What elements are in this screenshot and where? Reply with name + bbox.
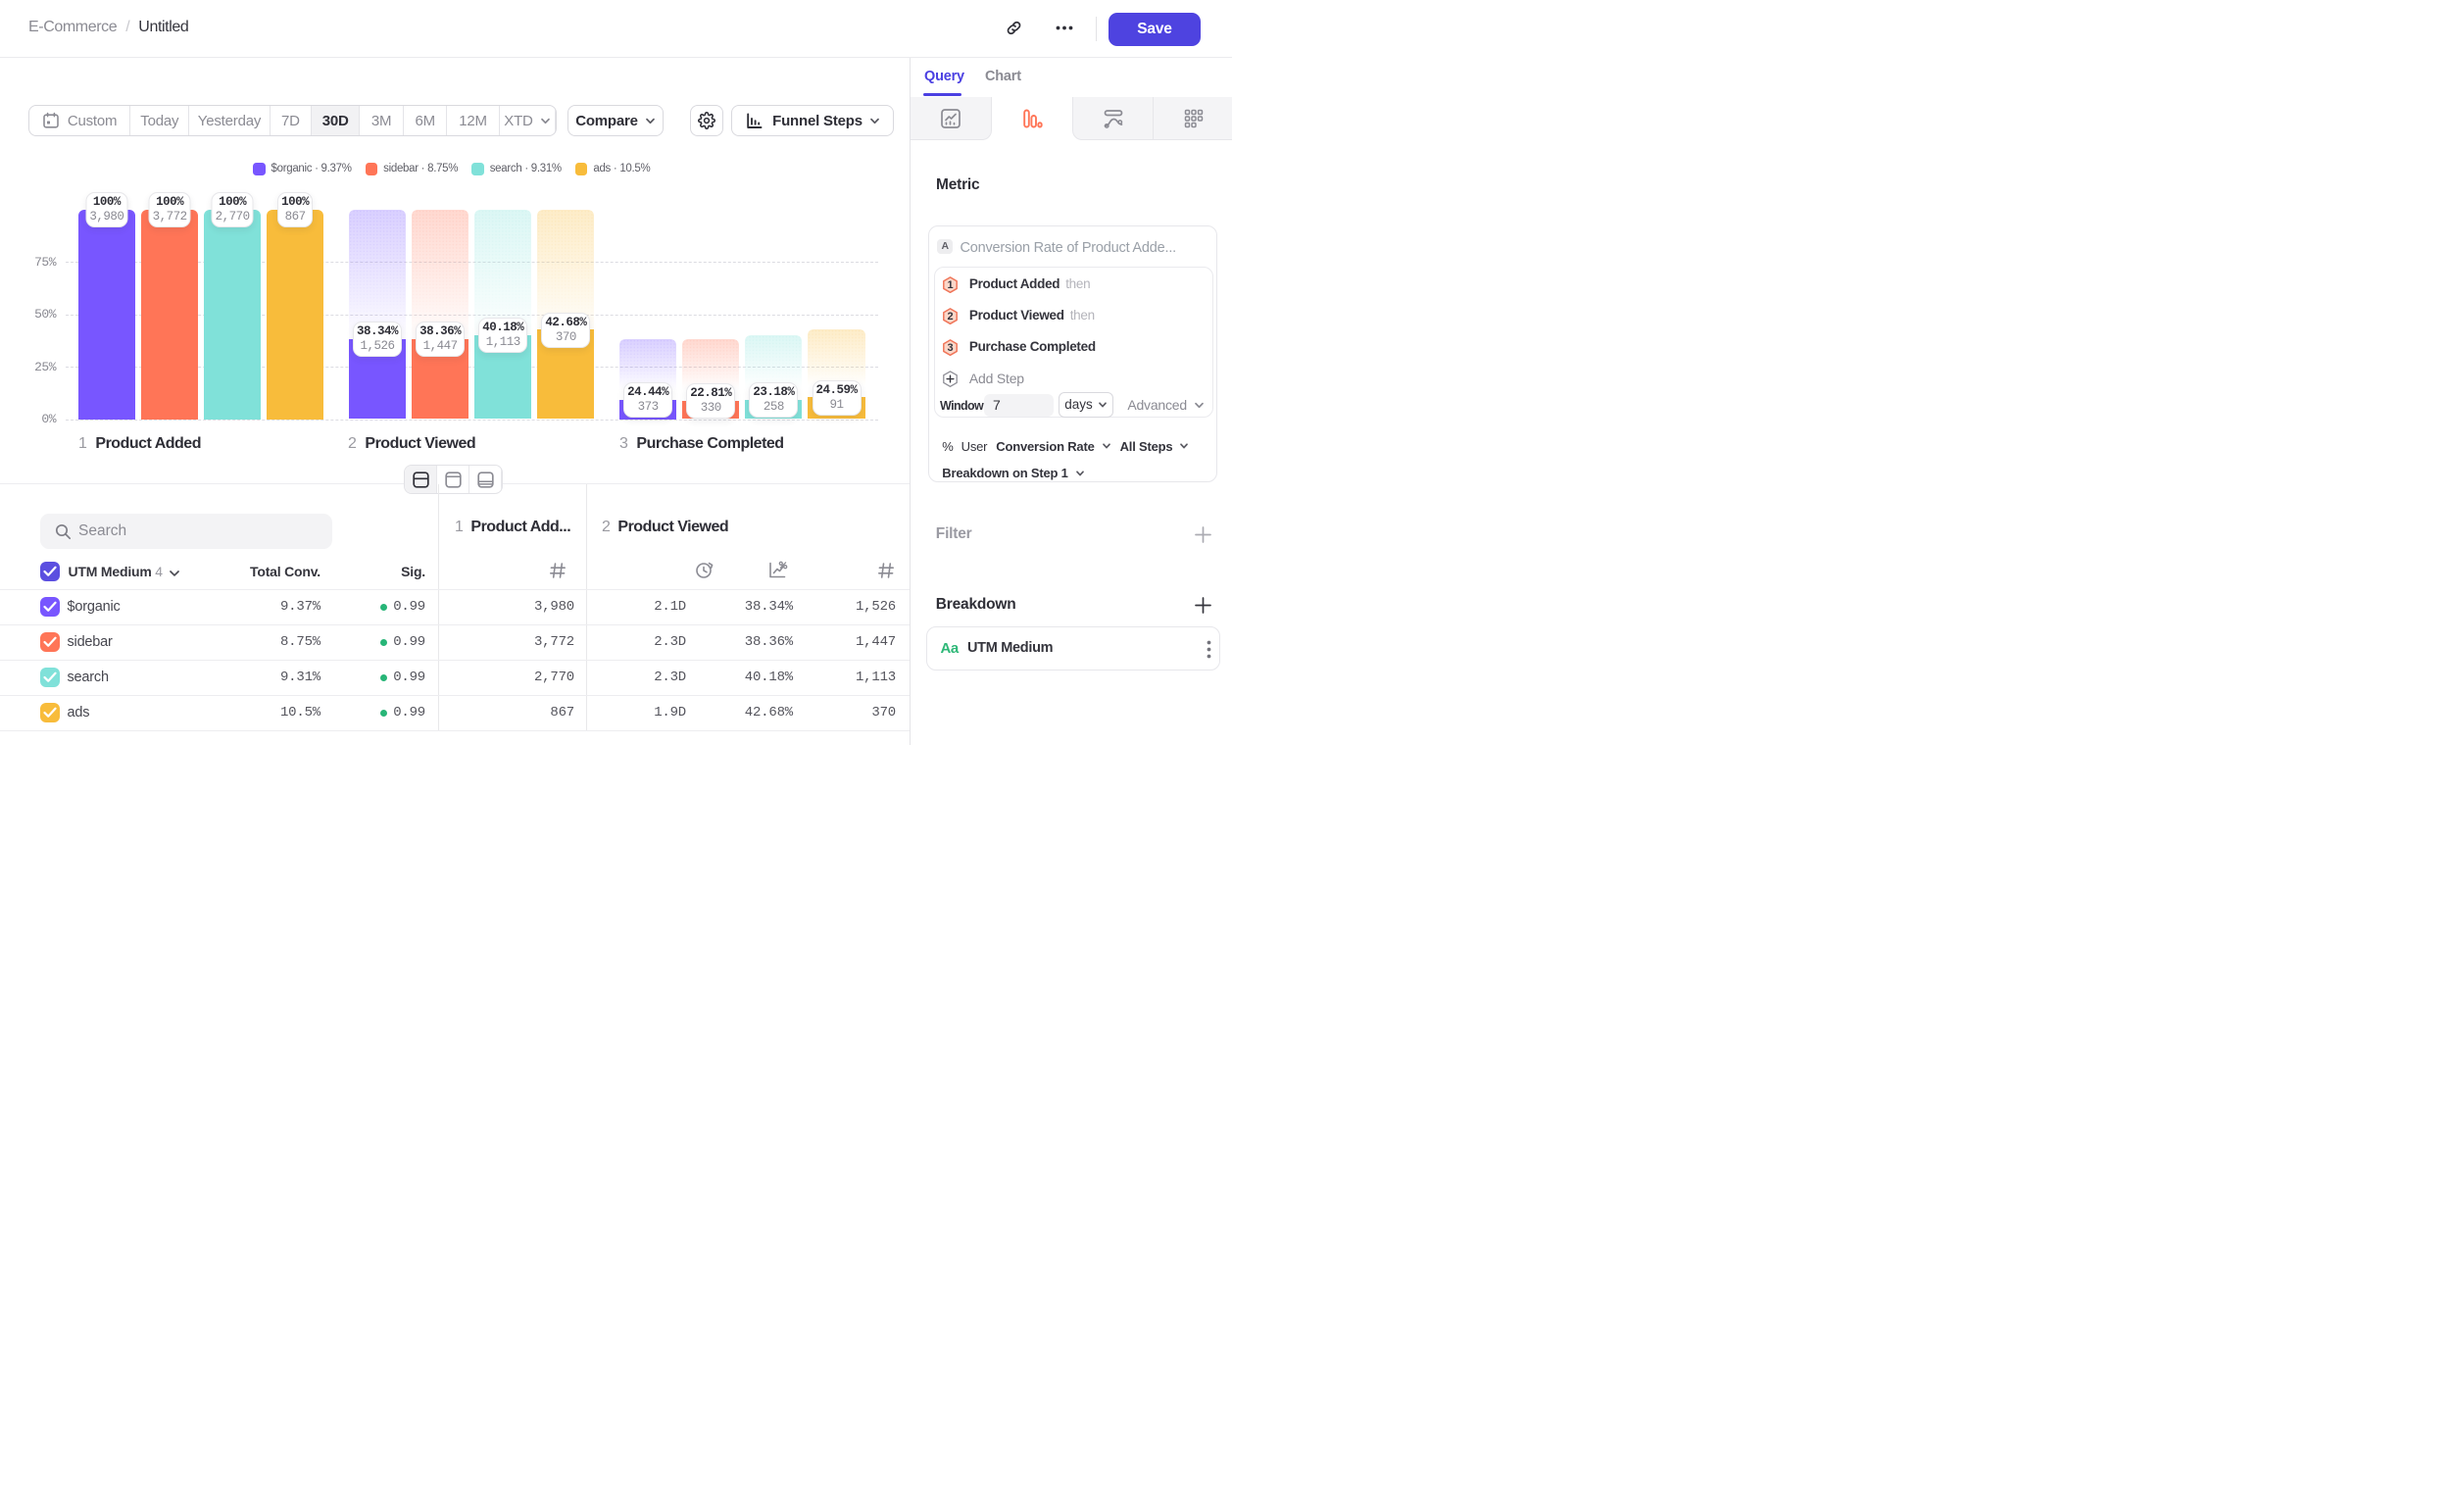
svg-text:1: 1 [947, 279, 953, 291]
svg-text:2: 2 [947, 311, 953, 323]
svg-text:3: 3 [947, 342, 953, 354]
